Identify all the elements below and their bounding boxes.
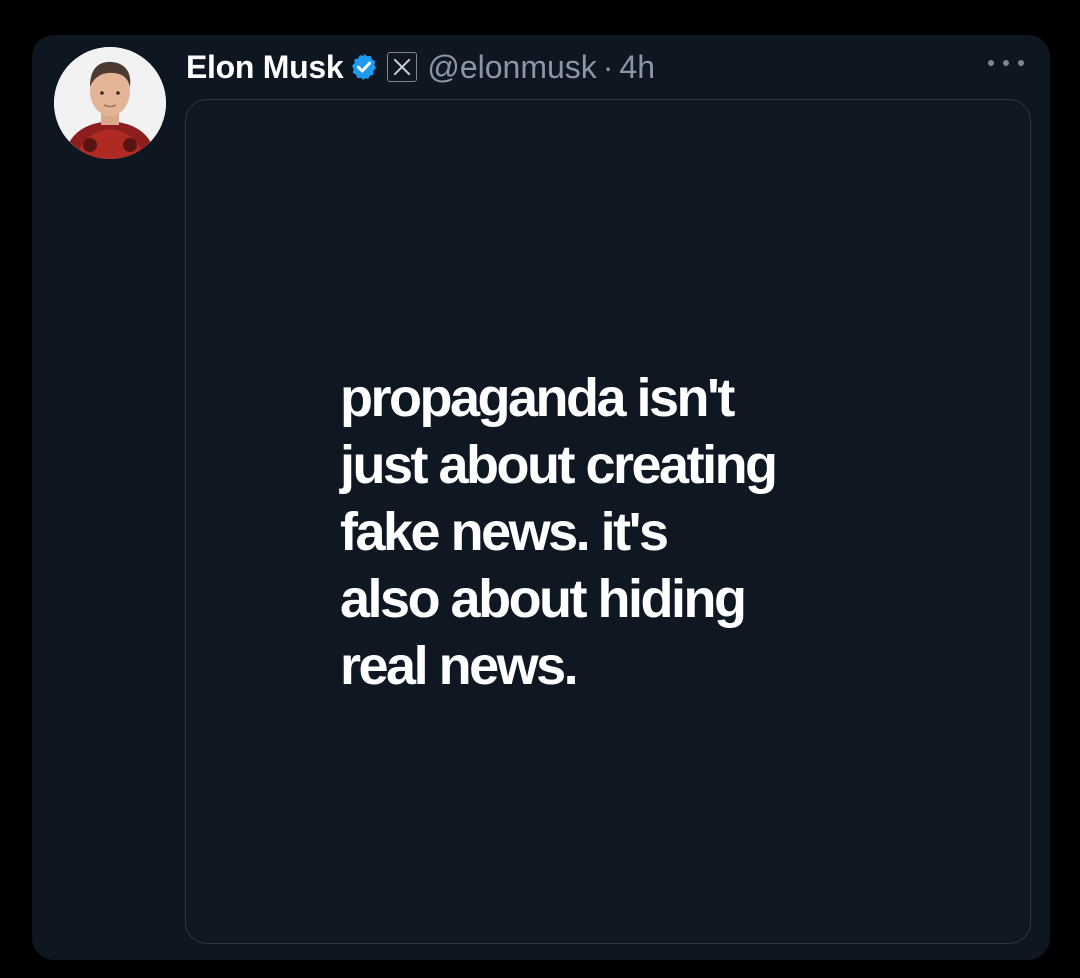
more-options-button[interactable] <box>988 53 1024 73</box>
separator-dot: · <box>602 48 614 85</box>
ellipsis-icon <box>1003 60 1009 66</box>
author-avatar[interactable] <box>54 47 166 159</box>
author-name[interactable]: Elon Musk <box>186 49 344 86</box>
post-timestamp[interactable]: 4h <box>619 49 655 86</box>
media-quote-text: propaganda isn't just about creating fak… <box>340 365 778 700</box>
verified-badge-icon <box>349 52 379 82</box>
quote-line: also about hiding <box>340 569 747 629</box>
quote-line: real news. <box>340 636 579 696</box>
quote-line: just about creating <box>340 435 778 495</box>
x-logo-icon <box>387 52 418 82</box>
quote-line: propaganda isn't <box>340 368 735 428</box>
quote-line: fake news. it's <box>340 502 669 562</box>
post-card[interactable]: Elon Musk @elonmusk · 4h propaganda isn'… <box>32 35 1050 960</box>
author-handle[interactable]: @elonmusk <box>427 49 596 86</box>
post-header: Elon Musk @elonmusk · 4h <box>186 45 655 89</box>
ellipsis-icon <box>1018 60 1024 66</box>
post-media[interactable]: propaganda isn't just about creating fak… <box>185 99 1031 944</box>
ellipsis-icon <box>988 60 994 66</box>
